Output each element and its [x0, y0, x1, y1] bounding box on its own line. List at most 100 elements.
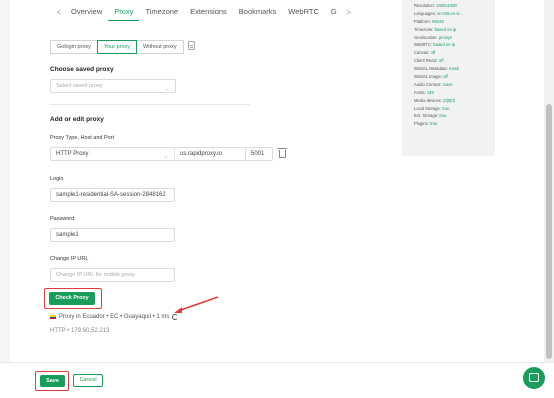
overview-key: Platform:	[414, 18, 431, 24]
proxy-mode-selector: Gologin proxy Your proxy Without proxy	[50, 40, 184, 54]
overview-key: Client Rects:	[414, 58, 438, 64]
trash-icon[interactable]	[278, 148, 287, 158]
saved-proxy-placeholder: Select saved proxy	[56, 83, 103, 89]
overview-value: true	[430, 121, 438, 127]
overview-value: based on ip	[434, 26, 457, 32]
overview-row: Local Storage: true	[414, 105, 495, 113]
overview-key: Fonts:	[414, 89, 426, 95]
overview-key: Languages:	[414, 10, 436, 16]
overview-value: 1920x1080	[436, 3, 457, 8]
host-value: us.rapidproxy.io	[180, 151, 222, 157]
change-ip-input[interactable]: Change IP URL for mobile proxy	[50, 268, 175, 282]
tab-webrtc[interactable]: WebRTC	[282, 3, 325, 21]
overview-value: true	[442, 105, 450, 111]
port-input[interactable]: 5001	[245, 147, 273, 161]
tab-proxy[interactable]: Proxy	[108, 3, 140, 21]
proxy-type-label: Proxy Type, Host and Port	[50, 135, 115, 141]
gologin-proxy-button[interactable]: Gologin proxy	[50, 40, 98, 54]
profile-overview-panel: Resolution: 1920x1080 Languages: en-GB,en…	[402, 0, 495, 156]
proxy-type-value: HTTP Proxy	[56, 151, 89, 157]
scrollbar-thumb[interactable]	[546, 104, 552, 359]
without-proxy-button[interactable]: Without proxy	[136, 40, 184, 54]
overview-key: Geolocation:	[414, 34, 438, 40]
tab-extensions[interactable]: Extensions	[184, 3, 233, 21]
overview-row: Languages: en-GB,en-U...	[414, 10, 495, 18]
saved-proxy-select[interactable]: Select saved proxy ⌄	[50, 79, 176, 93]
check-proxy-button[interactable]: Check Proxy	[49, 292, 95, 305]
overview-key: Canvas:	[414, 50, 430, 56]
tab-timezone[interactable]: Timezone	[139, 3, 184, 21]
chat-button[interactable]	[523, 367, 545, 389]
tab-g-truncated[interactable]: G	[325, 3, 343, 21]
password-value: sample1	[56, 232, 79, 238]
overview-row: Resolution: 1920x1080	[414, 2, 495, 10]
overview-value: prompt	[438, 34, 452, 40]
overview-row: Plugins: true	[414, 120, 495, 128]
overview-key: WebGL Image:	[414, 74, 442, 80]
overview-row: Canvas: off	[414, 49, 495, 57]
proxy-result-text: Proxy in Ecuador • EC • Guayaquil • 1 ms	[59, 314, 170, 320]
document-icon[interactable]	[188, 41, 195, 50]
overview-key: WebGL Metadata:	[414, 66, 448, 72]
overview-row: Timezone: based on ip	[414, 26, 495, 34]
overview-value: true	[439, 113, 447, 119]
overview-value: mask	[448, 66, 459, 72]
tabs-right-arrow-icon[interactable]: >	[343, 8, 355, 17]
overview-value: Win32	[431, 18, 444, 24]
overview-key: Media devices:	[414, 97, 442, 103]
chat-icon	[529, 373, 539, 382]
tab-overview[interactable]: Overview	[65, 3, 108, 21]
overview-key: Audio Context:	[414, 81, 442, 87]
login-value: sample1-residential-SA-session-2848162	[56, 192, 166, 198]
overview-value: en-GB,en-U...	[437, 10, 463, 16]
ecuador-flag-icon	[50, 315, 56, 319]
settings-tabs: < Overview Proxy Timezone Extensions Boo…	[53, 3, 355, 21]
overview-row: Client Rects: off	[414, 57, 495, 65]
overview-row: Ext. Storage: true	[414, 112, 495, 120]
overview-value: noise	[442, 81, 453, 87]
edit-proxy-heading: Add or edit proxy	[50, 116, 104, 123]
port-value: 5001	[251, 151, 265, 157]
overview-row: WebGL Metadata: mask	[414, 65, 495, 73]
proxy-ip-text: HTTP • 179.60.52.213	[50, 328, 110, 334]
change-ip-placeholder: Change IP URL for mobile proxy	[56, 272, 135, 278]
overview-row: Media devices: (0|0|0)	[414, 97, 495, 105]
refresh-icon[interactable]	[172, 314, 179, 320]
your-proxy-button[interactable]: Your proxy	[96, 40, 138, 54]
overview-row: Audio Context: noise	[414, 81, 495, 89]
overview-value: 146	[426, 89, 434, 95]
annotation-arrow-icon	[174, 296, 219, 313]
overview-key: Ext. Storage:	[414, 113, 439, 119]
proxy-type-select[interactable]: HTTP Proxy ⌄	[50, 147, 175, 161]
tabs-left-arrow-icon[interactable]: <	[53, 8, 65, 17]
password-input[interactable]: sample1	[50, 228, 175, 242]
overview-row: Platform: Win32	[414, 18, 495, 26]
scrollbar[interactable]	[544, 0, 554, 362]
host-input[interactable]: us.rapidproxy.io	[174, 147, 246, 161]
login-input[interactable]: sample1-residential-SA-session-2848162	[50, 188, 175, 202]
overview-value: off	[443, 74, 448, 80]
save-button[interactable]: Save	[40, 375, 65, 387]
cancel-button[interactable]: Cancel	[73, 374, 103, 387]
overview-key: Timezone:	[414, 26, 434, 32]
overview-value: (0|0|0)	[443, 97, 456, 103]
overview-row: WebRTC: based on ip	[414, 41, 495, 49]
login-label: Login	[50, 176, 64, 182]
password-label: Password	[50, 216, 75, 222]
overview-key: Plugins:	[414, 121, 429, 127]
section-divider	[50, 104, 250, 105]
change-ip-label: Change IP URL	[50, 256, 89, 262]
chevron-down-icon: ⌄	[163, 154, 168, 160]
proxy-check-result: Proxy in Ecuador • EC • Guayaquil • 1 ms	[50, 314, 179, 320]
overview-row: WebGL Image: off	[414, 73, 495, 81]
overview-key: WebRTC:	[414, 42, 433, 48]
overview-row: Geolocation: prompt	[414, 34, 495, 42]
overview-value: off	[430, 50, 436, 56]
saved-proxy-heading: Choose saved proxy	[50, 66, 114, 73]
overview-value: based on ip	[433, 42, 456, 48]
overview-value: off	[438, 58, 444, 64]
overview-row: Fonts: 146	[414, 89, 495, 97]
overview-key: Local Storage:	[414, 105, 442, 111]
tab-bookmarks[interactable]: Bookmarks	[233, 3, 283, 21]
chevron-down-icon: ⌄	[164, 86, 169, 92]
